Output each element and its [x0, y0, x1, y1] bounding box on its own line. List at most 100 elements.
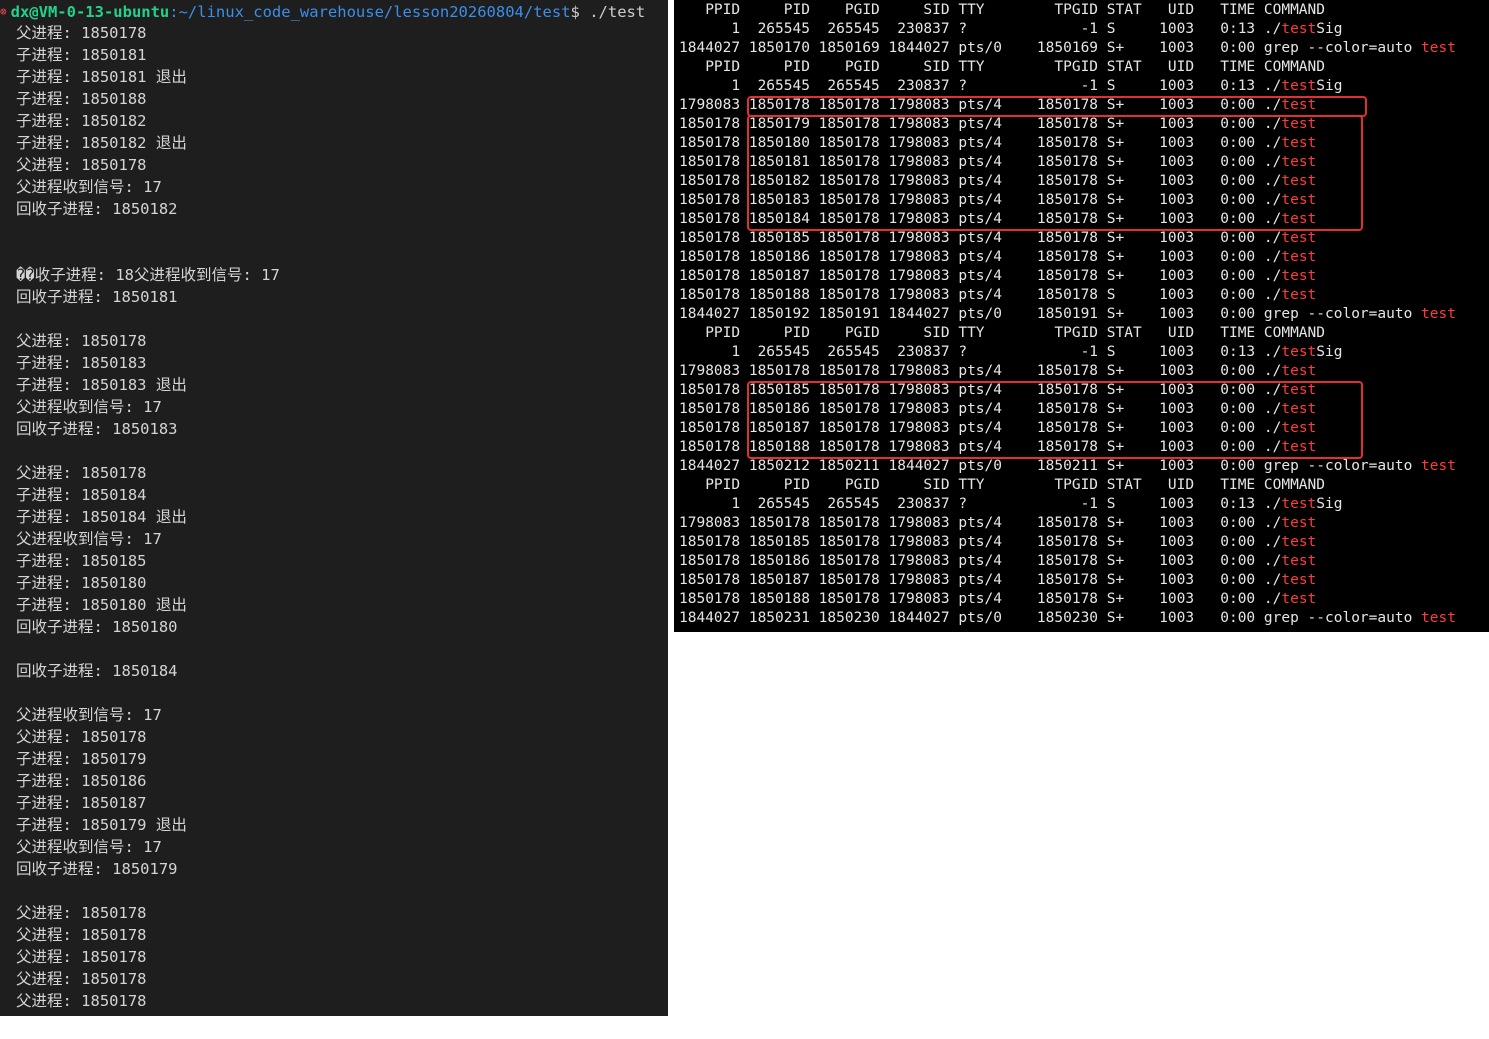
ps-row: 1798083 1850178 1850178 1798083 pts/4 18…: [679, 362, 1456, 381]
ps-row-text: 1850178 1850186 1850178 1798083 pts/4 18…: [679, 553, 1282, 569]
output-line: 父进程收到信号: 17: [16, 398, 162, 416]
error-x-icon: ⊗: [0, 5, 7, 18]
ps-row-text: 1850178 1850185 1850178 1798083 pts/4 18…: [679, 534, 1282, 550]
output-line: 父进程: 1850178: [16, 24, 147, 42]
left-terminal-panel[interactable]: ⊗ dx@VM-0-13-ubuntu:~/linux_code_warehous…: [0, 0, 668, 1016]
ps-row-suffix: Sig: [1316, 21, 1343, 37]
ps-row: 1844027 1850231 1850230 1844027 pts/0 18…: [679, 609, 1456, 628]
grep-match-highlight: test: [1281, 173, 1317, 189]
output-line: 父进程: 1850178: [16, 464, 147, 482]
grep-match-highlight: test: [1281, 97, 1317, 113]
grep-match-highlight: test: [1281, 192, 1317, 208]
ps-row-suffix: Sig: [1316, 496, 1343, 512]
grep-match-highlight: test: [1281, 78, 1317, 94]
grep-match-highlight: test: [1281, 591, 1317, 607]
output-line: 子进程: 1850184: [16, 486, 147, 504]
output-line: 子进程: 1850185: [16, 552, 147, 570]
ps-row: 1850178 1850183 1850178 1798083 pts/4 18…: [679, 191, 1456, 210]
ps-row: 1850178 1850187 1850178 1798083 pts/4 18…: [679, 571, 1456, 590]
ps-row-text: 1844027 1850231 1850230 1844027 pts/0 18…: [679, 610, 1422, 626]
ps-row: 1850178 1850186 1850178 1798083 pts/4 18…: [679, 248, 1456, 267]
output-line: 子进程: 1850181: [16, 46, 147, 64]
output-line: 父进程: 1850178: [16, 728, 147, 746]
output-line: 子进程: 1850187: [16, 794, 147, 812]
ps-row-text: 1844027 1850192 1850191 1844027 pts/0 18…: [679, 306, 1422, 322]
ps-row-text: 1850178 1850183 1850178 1798083 pts/4 18…: [679, 192, 1282, 208]
ps-row-text: 1 265545 265545 230837 ? -1 S 1003 0:13 …: [679, 21, 1282, 37]
ps-row: 1 265545 265545 230837 ? -1 S 1003 0:13 …: [679, 20, 1456, 39]
grep-match-highlight: test: [1281, 363, 1317, 379]
output-line: 子进程: 1850186: [16, 772, 147, 790]
ps-row: 1850178 1850179 1850178 1798083 pts/4 18…: [679, 115, 1456, 134]
ps-row-text: 1798083 1850178 1850178 1798083 pts/4 18…: [679, 515, 1282, 531]
output-line: 父进程: 1850178: [16, 926, 147, 944]
output-line: 子进程: 1850182: [16, 112, 147, 130]
ps-row: 1850178 1850185 1850178 1798083 pts/4 18…: [679, 533, 1456, 552]
ps-row: 1850178 1850187 1850178 1798083 pts/4 18…: [679, 419, 1456, 438]
output-line: 子进程: 1850179: [16, 750, 147, 768]
ps-row-text: 1850178 1850185 1850178 1798083 pts/4 18…: [679, 230, 1282, 246]
grep-match-highlight: test: [1421, 306, 1456, 322]
ps-row-text: PPID PID PGID SID TTY TPGID STAT UID TIM…: [679, 325, 1326, 341]
grep-match-highlight: test: [1281, 21, 1317, 37]
ps-row: 1850178 1850180 1850178 1798083 pts/4 18…: [679, 134, 1456, 153]
grep-match-highlight: test: [1281, 420, 1317, 436]
ps-row: 1850178 1850186 1850178 1798083 pts/4 18…: [679, 552, 1456, 571]
output-line: 子进程: 1850184 退出: [16, 508, 187, 526]
ps-row-text: 1850178 1850185 1850178 1798083 pts/4 18…: [679, 382, 1282, 398]
grep-match-highlight: test: [1281, 496, 1317, 512]
ps-row-text: 1798083 1850178 1850178 1798083 pts/4 18…: [679, 97, 1282, 113]
shell-prompt-line: ⊗ dx@VM-0-13-ubuntu:~/linux_code_warehous…: [0, 1, 645, 23]
ps-row: 1844027 1850192 1850191 1844027 pts/0 18…: [679, 305, 1456, 324]
grep-match-highlight: test: [1281, 344, 1317, 360]
output-line: 回收子进程: 1850179: [16, 860, 178, 878]
grep-match-highlight: test: [1421, 610, 1456, 626]
ps-row-suffix: Sig: [1316, 78, 1343, 94]
ps-row-text: 1850178 1850184 1850178 1798083 pts/4 18…: [679, 211, 1282, 227]
grep-match-highlight: test: [1281, 382, 1317, 398]
ps-row-text: 1850178 1850188 1850178 1798083 pts/4 18…: [679, 591, 1282, 607]
ps-row-text: 1850178 1850188 1850178 1798083 pts/4 18…: [679, 439, 1282, 455]
ps-row-text: 1 265545 265545 230837 ? -1 S 1003 0:13 …: [679, 496, 1282, 512]
ps-row: 1844027 1850170 1850169 1844027 pts/0 18…: [679, 39, 1456, 58]
output-line: 子进程: 1850180 退出: [16, 596, 187, 614]
output-line: 回收子进程: 1850180: [16, 618, 178, 636]
ps-row-text: 1850178 1850181 1850178 1798083 pts/4 18…: [679, 154, 1282, 170]
output-line: ��收子进程: 18父进程收到信号: 17: [16, 266, 280, 284]
ps-row: 1850178 1850185 1850178 1798083 pts/4 18…: [679, 229, 1456, 248]
ps-row-text: 1798083 1850178 1850178 1798083 pts/4 18…: [679, 363, 1282, 379]
prompt-user-host: dx@VM-0-13-ubuntu: [10, 3, 170, 21]
grep-match-highlight: test: [1281, 116, 1317, 132]
ps-row-text: 1850178 1850187 1850178 1798083 pts/4 18…: [679, 268, 1282, 284]
ps-row-text: 1850178 1850188 1850178 1798083 pts/4 18…: [679, 287, 1282, 303]
ps-header-row: PPID PID PGID SID TTY TPGID STAT UID TIM…: [679, 476, 1456, 495]
output-line: 父进程: 1850178: [16, 904, 147, 922]
right-terminal-panel[interactable]: PPID PID PGID SID TTY TPGID STAT UID TIM…: [674, 0, 1489, 632]
ps-row: 1850178 1850187 1850178 1798083 pts/4 18…: [679, 267, 1456, 286]
ps-row: 1850178 1850184 1850178 1798083 pts/4 18…: [679, 210, 1456, 229]
ps-row: 1 265545 265545 230837 ? -1 S 1003 0:13 …: [679, 495, 1456, 514]
ps-row: 1850178 1850181 1850178 1798083 pts/4 18…: [679, 153, 1456, 172]
ps-row-suffix: Sig: [1316, 344, 1343, 360]
output-line: 父进程收到信号: 17: [16, 706, 162, 724]
output-line: 父进程: 1850178: [16, 332, 147, 350]
ps-row-text: 1 265545 265545 230837 ? -1 S 1003 0:13 …: [679, 344, 1282, 360]
grep-match-highlight: test: [1281, 515, 1317, 531]
ps-row-text: 1850178 1850187 1850178 1798083 pts/4 18…: [679, 420, 1282, 436]
ps-row: 1 265545 265545 230837 ? -1 S 1003 0:13 …: [679, 77, 1456, 96]
ps-row: 1850178 1850188 1850178 1798083 pts/4 18…: [679, 590, 1456, 609]
ps-row: 1850178 1850185 1850178 1798083 pts/4 18…: [679, 381, 1456, 400]
prompt-command: ./test: [579, 3, 646, 21]
ps-row: 1850178 1850182 1850178 1798083 pts/4 18…: [679, 172, 1456, 191]
grep-match-highlight: test: [1281, 401, 1317, 417]
grep-match-highlight: test: [1281, 287, 1317, 303]
output-line: 父进程: 1850178: [16, 948, 147, 966]
output-line: 子进程: 1850182 退出: [16, 134, 187, 152]
output-line: 子进程: 1850188: [16, 90, 147, 108]
output-line: 子进程: 1850183 退出: [16, 376, 187, 394]
